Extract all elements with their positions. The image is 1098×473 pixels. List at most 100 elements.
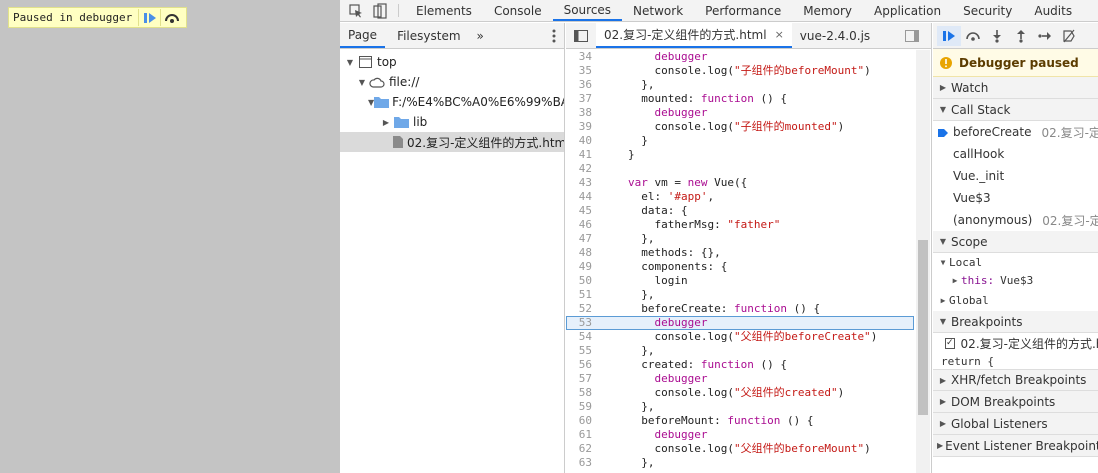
line-number[interactable]: 55 [566, 344, 594, 358]
line-number[interactable]: 38 [566, 106, 594, 120]
code-area[interactable]: 34 debugger 35 console.log("子组件的beforeMou… [566, 50, 914, 473]
breakpoints-section-header[interactable]: ▼ Breakpoints [933, 311, 1098, 333]
frame-location[interactable]: 02.复习-定义 [1042, 212, 1098, 229]
code-line[interactable]: 47 }, [566, 232, 914, 246]
call-stack-section-header[interactable]: ▼ Call Stack [933, 99, 1098, 121]
line-number[interactable]: 50 [566, 274, 594, 288]
breakpoint-item[interactable]: ✓ 02.复习-定义组件的方式.h [933, 333, 1098, 353]
editor-tab-vue[interactable]: vue-2.4.0.js [792, 23, 878, 48]
call-frame[interactable]: beforeCreate 02.复习-定义 [933, 121, 1098, 143]
line-number[interactable]: 59 [566, 400, 594, 414]
scope-global[interactable]: ▶ Global [933, 289, 1098, 311]
line-number[interactable]: 56 [566, 358, 594, 372]
line-number[interactable]: 54 [566, 330, 594, 344]
call-frame[interactable]: Vue._init [933, 165, 1098, 187]
line-number[interactable]: 42 [566, 162, 594, 176]
code-line[interactable]: 44 el: '#app', [566, 190, 914, 204]
editor-tab-html[interactable]: 02.复习-定义组件的方式.html × [596, 23, 792, 48]
code-line[interactable]: 62 console.log("父组件的beforeMount") [566, 442, 914, 456]
code-line[interactable]: 40 } [566, 134, 914, 148]
line-number[interactable]: 52 [566, 302, 594, 316]
line-number[interactable]: 58 [566, 386, 594, 400]
tab-security[interactable]: Security [952, 0, 1023, 21]
line-number[interactable]: 48 [566, 246, 594, 260]
close-icon[interactable]: × [775, 28, 784, 41]
code-line[interactable]: 46 fatherMsg: "father" [566, 218, 914, 232]
code-line[interactable]: 37 mounted: function () { [566, 92, 914, 106]
line-number[interactable]: 53 [566, 316, 594, 330]
code-line[interactable]: 61 debugger [566, 428, 914, 442]
line-number[interactable]: 34 [566, 50, 594, 64]
line-number[interactable]: 37 [566, 92, 594, 106]
step-over-icon[interactable] [961, 26, 985, 46]
tree-item-lib[interactable]: ▶ lib [340, 112, 564, 132]
tab-memory[interactable]: Memory [792, 0, 863, 21]
code-line[interactable]: 60 beforeMount: function () { [566, 414, 914, 428]
step-out-icon[interactable] [1009, 26, 1033, 46]
call-frame[interactable]: Vue$3 [933, 187, 1098, 209]
tree-item-folder[interactable]: ▼ F:/%E4%BC%A0%E6%99%BA% [340, 92, 564, 112]
code-line[interactable]: 63 }, [566, 456, 914, 470]
navigator-menu-icon[interactable] [544, 23, 564, 48]
line-number[interactable]: 35 [566, 64, 594, 78]
call-frame[interactable]: (anonymous) 02.复习-定义 [933, 209, 1098, 231]
scope-section-header[interactable]: ▼ Scope [933, 231, 1098, 253]
step-icon[interactable] [1033, 26, 1057, 46]
tab-console[interactable]: Console [483, 0, 553, 21]
line-number[interactable]: 60 [566, 414, 594, 428]
more-tabs-button[interactable]: » [469, 23, 492, 48]
code-line[interactable]: 57 debugger [566, 372, 914, 386]
line-number[interactable]: 41 [566, 148, 594, 162]
code-line[interactable]: 38 debugger [566, 106, 914, 120]
code-line[interactable]: 58 console.log("父组件的created") [566, 386, 914, 400]
call-frame[interactable]: callHook [933, 143, 1098, 165]
code-line[interactable]: 43 var vm = new Vue({ [566, 176, 914, 190]
code-line[interactable]: 45 data: { [566, 204, 914, 218]
line-number[interactable]: 44 [566, 190, 594, 204]
checkbox-icon[interactable]: ✓ [945, 337, 955, 349]
inspect-element-icon[interactable] [344, 0, 368, 21]
code-line[interactable]: 48 methods: {}, [566, 246, 914, 260]
tab-filesystem[interactable]: Filesystem [389, 23, 468, 48]
code-line[interactable]: 36 }, [566, 78, 914, 92]
scope-this[interactable]: ▶ this: Vue$3 [933, 271, 1098, 289]
code-line[interactable]: 39 console.log("子组件的mounted") [566, 120, 914, 134]
code-line[interactable]: 35 console.log("子组件的beforeMount") [566, 64, 914, 78]
deactivate-breakpoints-icon[interactable] [1057, 26, 1081, 46]
line-number[interactable]: 36 [566, 78, 594, 92]
dom-breakpoints-header[interactable]: ▶ DOM Breakpoints [933, 391, 1098, 413]
editor-scrollbar[interactable] [916, 50, 930, 473]
paused-code-line[interactable]: 53 debugger [566, 316, 914, 330]
global-listeners-header[interactable]: ▶ Global Listeners [933, 413, 1098, 435]
tab-application[interactable]: Application [863, 0, 952, 21]
tree-item-file[interactable]: 02.复习-定义组件的方式.htm [340, 132, 564, 152]
code-line[interactable]: 55 }, [566, 344, 914, 358]
code-line[interactable]: 54 console.log("父组件的beforeCreate") [566, 330, 914, 344]
scrollbar-thumb[interactable] [918, 240, 928, 415]
tab-performance[interactable]: Performance [694, 0, 792, 21]
code-line[interactable]: 49 components: { [566, 260, 914, 274]
device-toolbar-icon[interactable] [368, 0, 392, 21]
step-into-icon[interactable] [985, 26, 1009, 46]
code-line[interactable]: 52 beforeCreate: function () { [566, 302, 914, 316]
line-number[interactable]: 61 [566, 428, 594, 442]
line-number[interactable]: 40 [566, 134, 594, 148]
tab-elements[interactable]: Elements [405, 0, 483, 21]
toggle-navigator-icon[interactable] [566, 23, 596, 48]
line-number[interactable]: 57 [566, 372, 594, 386]
tree-item-origin[interactable]: ▼ file:// [340, 72, 564, 92]
code-line[interactable]: 59 }, [566, 400, 914, 414]
line-number[interactable]: 63 [566, 456, 594, 470]
toggle-debugger-icon[interactable] [897, 23, 927, 48]
line-number[interactable]: 62 [566, 442, 594, 456]
code-line[interactable]: 51 }, [566, 288, 914, 302]
tab-network[interactable]: Network [622, 0, 694, 21]
code-line[interactable]: 56 created: function () { [566, 358, 914, 372]
line-number[interactable]: 47 [566, 232, 594, 246]
watch-section-header[interactable]: ▶ Watch [933, 77, 1098, 99]
tree-item-top[interactable]: ▼ top [340, 52, 564, 72]
code-line[interactable]: 50 login [566, 274, 914, 288]
tab-audits[interactable]: Audits [1023, 0, 1083, 21]
resume-icon[interactable] [138, 9, 160, 26]
line-number[interactable]: 51 [566, 288, 594, 302]
